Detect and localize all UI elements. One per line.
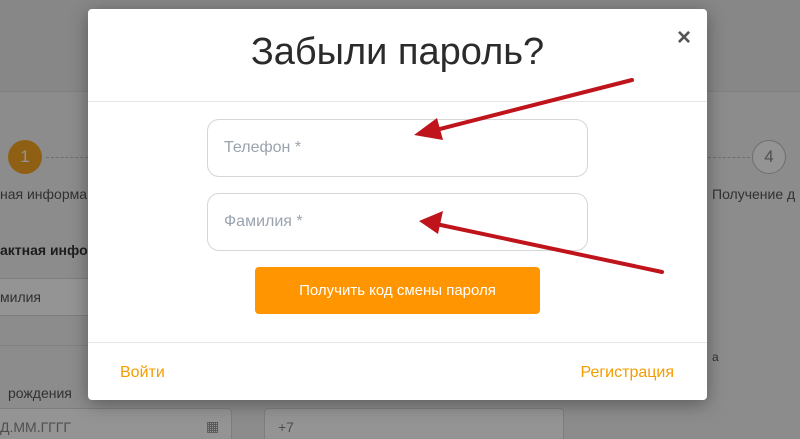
forgot-password-modal: Забыли пароль? × Получить код смены паро… [88, 9, 707, 400]
close-icon[interactable]: × [677, 26, 691, 50]
get-reset-code-button[interactable]: Получить код смены пароля [255, 267, 540, 314]
modal-title: Забыли пароль? [250, 31, 545, 73]
surname-input[interactable] [207, 193, 588, 251]
login-link[interactable]: Войти [120, 364, 165, 382]
register-link[interactable]: Регистрация [580, 364, 674, 382]
modal-header: Забыли пароль? × [88, 9, 707, 102]
phone-input[interactable] [207, 119, 588, 177]
modal-footer: Войти Регистрация [88, 342, 707, 400]
